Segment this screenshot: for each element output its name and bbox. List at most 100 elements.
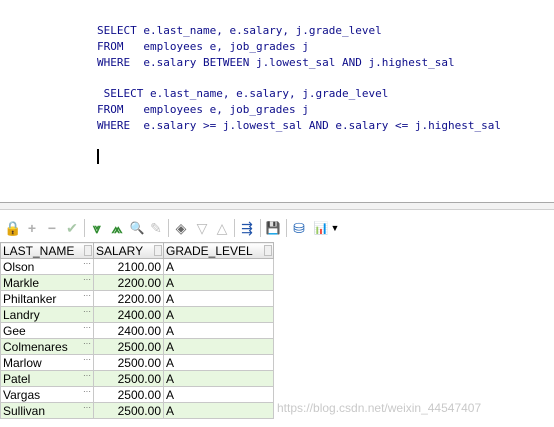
cell-salary[interactable]: 2500.00	[93, 386, 164, 403]
code-line-2: FROM employees e, job_grades j	[97, 40, 309, 53]
chevron-down-icon[interactable]: ▼	[330, 218, 340, 238]
filter-down-icon[interactable]: ⩔	[88, 218, 106, 238]
cell-editor-button[interactable]: ···	[83, 307, 91, 316]
cell-grade-level[interactable]: A	[163, 402, 274, 419]
cell-grade-level[interactable]: A	[163, 322, 274, 339]
code-line-4: SELECT e.last_name, e.salary, j.grade_le…	[97, 87, 389, 100]
cell-last-name[interactable]: Sullivan ···	[0, 402, 94, 419]
add-row-icon[interactable]: +	[24, 218, 40, 238]
cell-value: Sullivan	[3, 403, 46, 418]
post-icon[interactable]: ✔	[64, 218, 80, 238]
cell-editor-button[interactable]: ···	[83, 355, 91, 364]
table-row[interactable]: Gee ··· 2400.00 A	[0, 322, 274, 339]
cell-editor-button[interactable]: ···	[83, 371, 91, 380]
cell-last-name[interactable]: Landry ···	[0, 306, 94, 323]
cell-value: Olson	[3, 259, 35, 274]
code-line-1: SELECT e.last_name, e.salary, j.grade_le…	[97, 24, 382, 37]
cell-salary[interactable]: 2200.00	[93, 290, 164, 307]
clear-icon[interactable]: ✎	[148, 218, 164, 238]
cell-value: Colmenares	[3, 339, 68, 354]
pane-splitter[interactable]	[0, 202, 554, 210]
cell-last-name[interactable]: Patel ···	[0, 370, 94, 387]
cell-salary[interactable]: 2200.00	[93, 274, 164, 291]
column-menu-button[interactable]	[264, 245, 272, 256]
result-grid: LAST_NAME SALARY GRADE_LEVEL Olson ··· 210…	[0, 242, 274, 419]
lock-icon[interactable]: 🔒	[4, 218, 21, 238]
cell-last-name[interactable]: Vargas ···	[0, 386, 94, 403]
delete-row-icon[interactable]: −	[44, 218, 60, 238]
cell-editor-button[interactable]: ···	[83, 387, 91, 396]
find-icon[interactable]: 🔍	[128, 218, 146, 238]
cell-last-name[interactable]: Colmenares ···	[0, 338, 94, 355]
cell-editor-button[interactable]: ···	[83, 275, 91, 284]
toolbar-separator	[168, 219, 169, 237]
cell-grade-level[interactable]: A	[163, 274, 274, 291]
chart-icon[interactable]: 📊	[312, 218, 330, 238]
cell-salary[interactable]: 2500.00	[93, 354, 164, 371]
cell-editor-button[interactable]: ···	[83, 259, 91, 268]
cell-salary[interactable]: 2100.00	[93, 258, 164, 275]
cell-last-name[interactable]: Gee ···	[0, 322, 94, 339]
cell-value: Landry	[3, 307, 40, 322]
table-row[interactable]: Sullivan ··· 2500.00 A	[0, 402, 274, 419]
column-menu-button[interactable]	[154, 245, 162, 256]
cell-grade-level[interactable]: A	[163, 338, 274, 355]
column-header-label: LAST_NAME	[3, 243, 75, 258]
cell-value: Vargas	[3, 387, 41, 402]
save-icon[interactable]: 💾	[264, 218, 282, 238]
column-header-label: SALARY	[96, 243, 144, 258]
code-line-5: FROM employees e, job_grades j	[97, 103, 309, 116]
toolbar-separator	[84, 219, 85, 237]
cell-editor-button[interactable]: ···	[83, 339, 91, 348]
cell-editor-button[interactable]: ···	[83, 323, 91, 332]
database-icon[interactable]: ⛁	[290, 218, 308, 238]
cell-last-name[interactable]: Marlow ···	[0, 354, 94, 371]
cell-salary[interactable]: 2400.00	[93, 306, 164, 323]
cell-value: Marlow	[3, 355, 42, 370]
cell-value: Gee	[3, 323, 26, 338]
table-row[interactable]: Markle ··· 2200.00 A	[0, 274, 274, 291]
grid-toolbar: 🔒 + − ✔ ⩔ ⩕ 🔍 ✎ ◈ ▽ △ ⇶ 💾 ⛁ 📊 ▼	[0, 216, 554, 240]
filter-all-icon[interactable]: ⩕	[108, 218, 126, 238]
table-row[interactable]: Vargas ··· 2500.00 A	[0, 386, 274, 403]
column-header-last-name[interactable]: LAST_NAME	[0, 242, 94, 259]
table-row[interactable]: Philtanker ··· 2200.00 A	[0, 290, 274, 307]
cell-last-name[interactable]: Philtanker ···	[0, 290, 94, 307]
cell-value: Philtanker	[3, 291, 57, 306]
table-row[interactable]: Olson ··· 2100.00 A	[0, 258, 274, 275]
toolbar-separator	[234, 219, 235, 237]
table-row[interactable]: Colmenares ··· 2500.00 A	[0, 338, 274, 355]
query-icon[interactable]: ◈	[172, 218, 190, 238]
toolbar-separator	[260, 219, 261, 237]
cell-grade-level[interactable]: A	[163, 370, 274, 387]
prev-icon[interactable]: △	[214, 218, 230, 238]
cell-grade-level[interactable]: A	[163, 290, 274, 307]
column-header-label: GRADE_LEVEL	[166, 243, 253, 258]
next-icon[interactable]: ▽	[194, 218, 210, 238]
cell-grade-level[interactable]: A	[163, 386, 274, 403]
cell-salary[interactable]: 2500.00	[93, 338, 164, 355]
cell-salary[interactable]: 2500.00	[93, 402, 164, 419]
table-row[interactable]: Patel ··· 2500.00 A	[0, 370, 274, 387]
cell-salary[interactable]: 2400.00	[93, 322, 164, 339]
cell-grade-level[interactable]: A	[163, 306, 274, 323]
sql-editor[interactable]: SELECT e.last_name, e.salary, j.grade_le…	[0, 0, 554, 202]
cell-salary[interactable]: 2500.00	[93, 370, 164, 387]
column-header-grade-level[interactable]: GRADE_LEVEL	[163, 242, 274, 259]
cell-last-name[interactable]: Markle ···	[0, 274, 94, 291]
code-line-6: WHERE e.salary >= j.lowest_sal AND e.sal…	[97, 119, 501, 132]
column-header-salary[interactable]: SALARY	[93, 242, 164, 259]
cell-grade-level[interactable]: A	[163, 354, 274, 371]
table-row[interactable]: Marlow ··· 2500.00 A	[0, 354, 274, 371]
column-menu-button[interactable]	[84, 245, 92, 256]
cell-editor-button[interactable]: ···	[83, 291, 91, 300]
cell-editor-button[interactable]: ···	[83, 403, 91, 412]
cell-value: Patel	[3, 371, 31, 386]
cell-last-name[interactable]: Olson ···	[0, 258, 94, 275]
cell-value: Markle	[3, 275, 40, 290]
text-cursor	[97, 149, 99, 164]
cell-grade-level[interactable]: A	[163, 258, 274, 275]
table-row[interactable]: Landry ··· 2400.00 A	[0, 306, 274, 323]
toolbar-separator	[286, 219, 287, 237]
export-icon[interactable]: ⇶	[238, 218, 256, 238]
